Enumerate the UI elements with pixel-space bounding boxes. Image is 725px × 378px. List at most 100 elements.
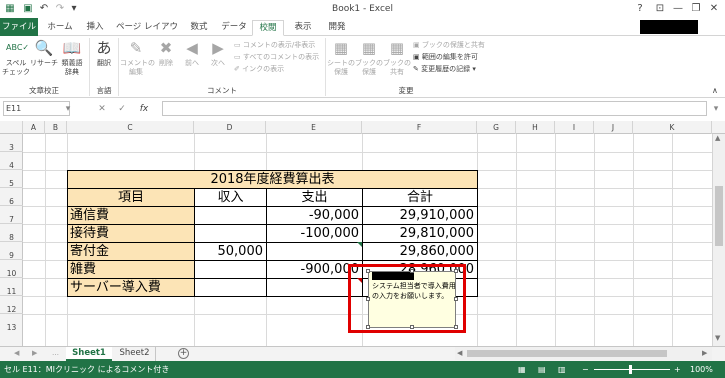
normal-view-icon[interactable]: ▦	[518, 361, 526, 378]
scroll-up-icon[interactable]: ▲	[715, 134, 720, 142]
column-header[interactable]: H	[516, 121, 555, 134]
show-hide-comment-button[interactable]: ▭ コメントの表示/非表示	[234, 40, 315, 50]
row-header[interactable]: 7	[0, 206, 23, 224]
zoom-slider-thumb[interactable]	[629, 365, 632, 374]
tab-developer[interactable]: 開発	[322, 20, 352, 36]
table-title[interactable]: 2018年度経費算出表	[67, 170, 478, 189]
horizontal-scrollbar[interactable]: ◀ ▶	[455, 347, 712, 360]
more-sheets-icon[interactable]: …	[52, 349, 59, 357]
scroll-left-icon[interactable]: ◀	[457, 349, 462, 357]
cell-total[interactable]: 29,910,000	[362, 206, 478, 225]
protect-sheet-button[interactable]: ▦ シートの 保護	[327, 38, 355, 77]
cell-income[interactable]	[194, 224, 267, 243]
collapse-ribbon-icon[interactable]: ∧	[712, 86, 718, 95]
sheet-tab[interactable]: Sheet2	[114, 347, 156, 361]
insert-function-icon[interactable]: fx	[138, 102, 150, 116]
column-header[interactable]: E	[266, 121, 362, 134]
sheet-tab[interactable]: Sheet1	[66, 347, 112, 361]
header-item[interactable]: 項目	[67, 188, 195, 207]
vertical-scrollbar[interactable]: ▲ ▼	[712, 134, 725, 346]
expand-formula-bar-icon[interactable]: ▾	[710, 102, 722, 116]
close-button[interactable]: ✕	[706, 2, 722, 16]
column-header[interactable]: F	[362, 121, 477, 134]
thesaurus-button[interactable]: 📖 類義語 辞典	[58, 38, 86, 77]
vertical-scroll-thumb[interactable]	[715, 186, 723, 246]
tab-file[interactable]: ファイル	[0, 18, 38, 36]
select-all-corner[interactable]	[0, 121, 23, 134]
row-header[interactable]: 8	[0, 224, 23, 242]
row-header[interactable]: 6	[0, 188, 23, 206]
tab-home[interactable]: ホーム	[42, 20, 78, 36]
column-header[interactable]: K	[633, 121, 712, 134]
column-header[interactable]: I	[555, 121, 594, 134]
header-expense[interactable]: 支出	[266, 188, 363, 207]
new-sheet-icon[interactable]: +	[178, 348, 189, 359]
scroll-right-sheets-icon[interactable]: ▶	[32, 349, 37, 357]
tab-view[interactable]: 表示	[288, 20, 318, 36]
cell-income[interactable]	[194, 278, 267, 297]
column-header[interactable]: A	[23, 121, 45, 134]
header-income[interactable]: 収入	[194, 188, 267, 207]
cell-expense[interactable]	[266, 242, 363, 261]
name-box-dropdown-icon[interactable]: ▾	[62, 102, 74, 116]
formula-input[interactable]	[162, 101, 707, 116]
page-break-view-icon[interactable]: ▥	[558, 361, 566, 378]
edit-comment-button[interactable]: ✎ コメントの 編集	[120, 38, 155, 77]
help-button[interactable]: ?	[632, 2, 648, 16]
horizontal-scroll-thumb[interactable]	[467, 350, 667, 357]
tab-page-layout[interactable]: ページ レイアウト	[114, 20, 180, 46]
delete-comment-button[interactable]: ✖ 削除	[154, 38, 178, 68]
header-total[interactable]: 合計	[362, 188, 478, 207]
column-header[interactable]: D	[194, 121, 266, 134]
research-button[interactable]: 🔍 リサーチ	[30, 38, 58, 68]
scroll-left-sheets-icon[interactable]: ◀	[14, 349, 19, 357]
page-layout-view-icon[interactable]: ▤	[538, 361, 546, 378]
row-header[interactable]: 3	[0, 134, 23, 152]
cell-expense[interactable]: -100,000	[266, 224, 363, 243]
track-changes-button[interactable]: ✎ 変更履歴の記録 ▾	[413, 64, 476, 74]
cell-item[interactable]: 接待費	[67, 224, 195, 243]
show-all-comments-button[interactable]: ▭ すべてのコメントの表示	[234, 52, 319, 62]
row-header[interactable]: 13	[0, 314, 23, 346]
spelling-button[interactable]: ABC✓ スペル チェック	[2, 38, 30, 77]
zoom-out-icon[interactable]: −	[582, 361, 589, 378]
cell-item[interactable]: サーバー導入費	[67, 278, 195, 297]
show-ink-button[interactable]: ✐ インクの表示	[234, 64, 284, 74]
ribbon-display-options-icon[interactable]: ⊡	[652, 2, 668, 16]
cell-total[interactable]: 29,810,000	[362, 224, 478, 243]
enter-icon[interactable]: ✓	[116, 102, 128, 116]
cell-item[interactable]: 雑費	[67, 260, 195, 279]
tab-formulas[interactable]: 数式	[184, 20, 214, 36]
row-header[interactable]: 4	[0, 152, 23, 170]
zoom-in-icon[interactable]: +	[674, 361, 681, 378]
row-header[interactable]: 9	[0, 242, 23, 260]
next-comment-button[interactable]: ▶ 次へ	[206, 38, 230, 68]
column-header[interactable]: J	[594, 121, 633, 134]
cancel-icon[interactable]: ✕	[96, 102, 108, 116]
zoom-slider[interactable]	[594, 369, 670, 370]
column-header[interactable]: C	[67, 121, 194, 134]
restore-button[interactable]: ❐	[688, 2, 704, 16]
allow-edit-ranges-button[interactable]: ▣ 範囲の編集を許可	[413, 52, 478, 62]
scroll-down-icon[interactable]: ▼	[715, 334, 720, 342]
cell-income[interactable]	[194, 206, 267, 225]
row-header[interactable]: 5	[0, 170, 23, 188]
previous-comment-button[interactable]: ◀ 前へ	[180, 38, 204, 68]
scroll-right-icon[interactable]: ▶	[702, 349, 707, 357]
cell-income[interactable]	[194, 260, 267, 279]
cell-item[interactable]: 通信費	[67, 206, 195, 225]
tab-insert[interactable]: 挿入	[80, 20, 110, 36]
column-header[interactable]: G	[477, 121, 516, 134]
name-box[interactable]: E11	[3, 101, 70, 116]
share-workbook-button[interactable]: ▦ ブックの 共有	[383, 38, 411, 77]
zoom-level[interactable]: 100%	[690, 361, 713, 378]
cell-item[interactable]: 寄付金	[67, 242, 195, 261]
cell-expense[interactable]: -90,000	[266, 206, 363, 225]
cell-income[interactable]: 50,000	[194, 242, 267, 261]
account-name-redacted[interactable]	[640, 20, 698, 34]
row-header[interactable]: 11	[0, 278, 23, 296]
minimize-button[interactable]: —	[670, 2, 686, 16]
tab-review[interactable]: 校閲	[252, 20, 284, 36]
row-header[interactable]: 10	[0, 260, 23, 278]
protect-share-workbook-button[interactable]: ▣ ブックの保護と共有	[413, 40, 485, 50]
